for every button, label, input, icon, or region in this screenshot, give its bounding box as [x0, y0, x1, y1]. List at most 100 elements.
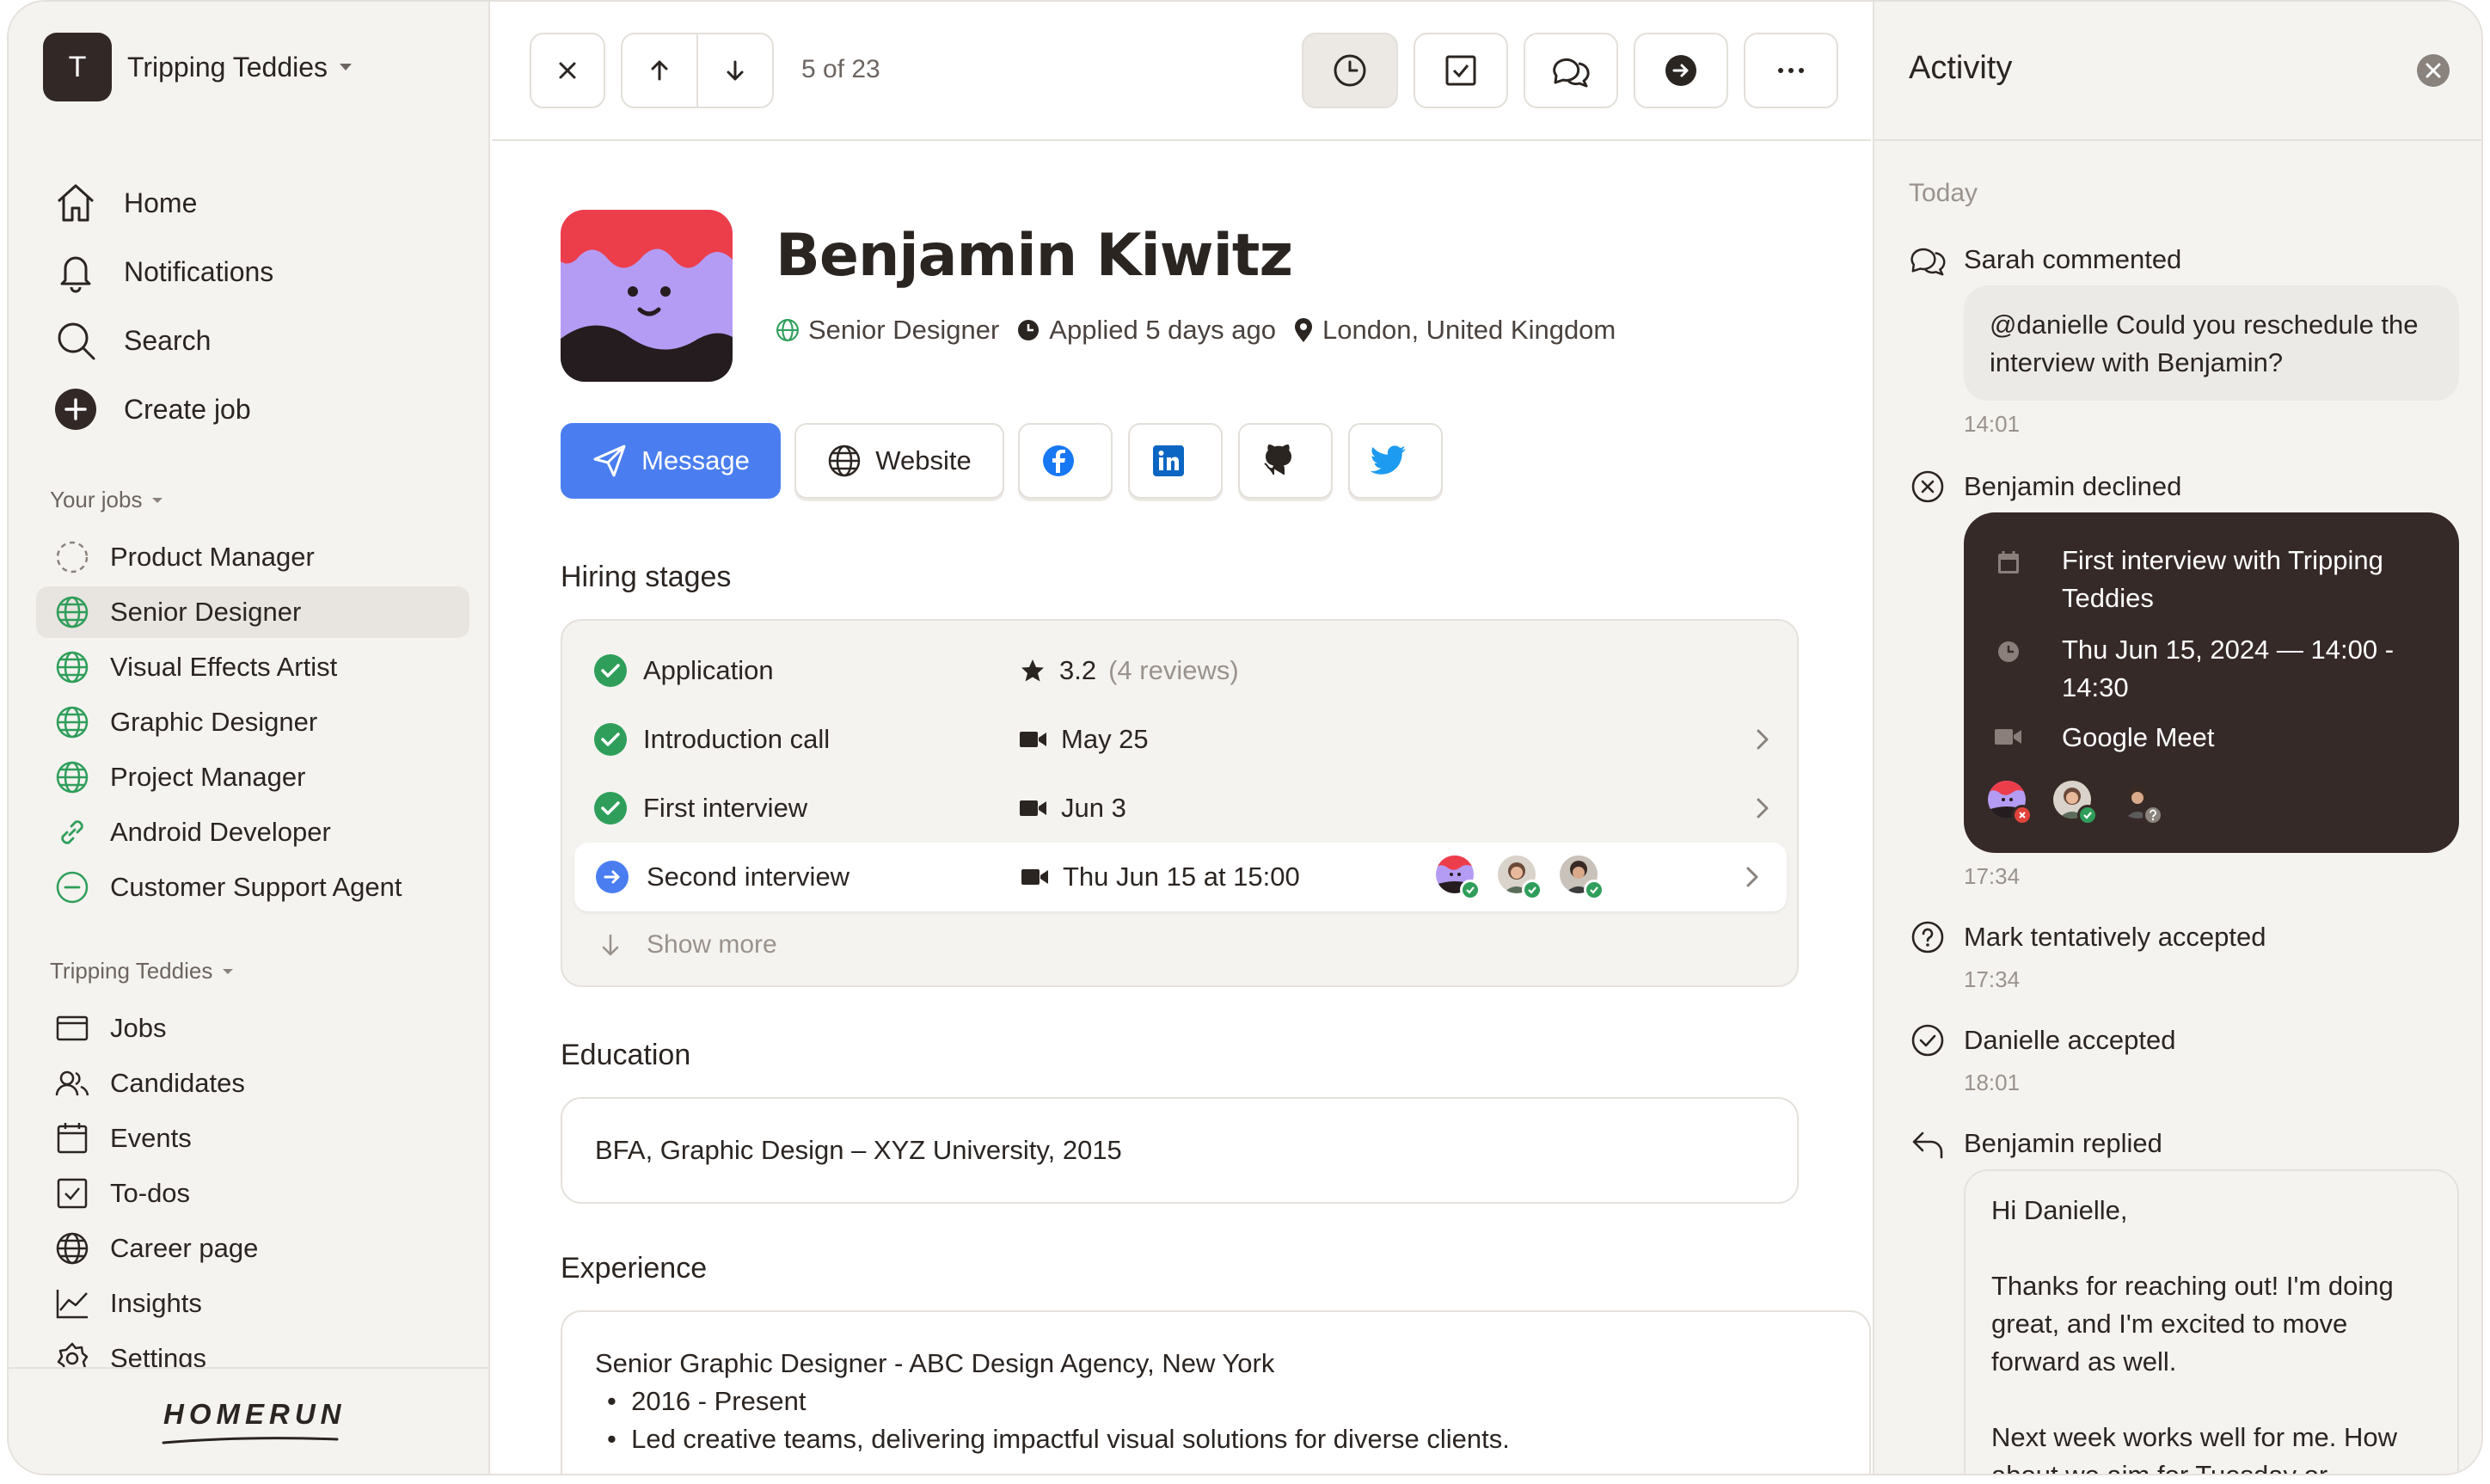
your-jobs-title: Your jobs [50, 487, 143, 512]
event-time: 17:34 [1964, 863, 2021, 889]
checkbox-icon [1445, 55, 1476, 86]
event-time: 17:34 [1964, 966, 2021, 992]
job-label: Senior Designer [110, 597, 302, 627]
job-item-project-manager[interactable]: Project Manager [36, 751, 469, 803]
show-more-button[interactable]: Show more [600, 930, 777, 960]
job-item-product-manager[interactable]: Product Manager [36, 531, 469, 583]
linkedin-button[interactable] [1128, 423, 1223, 499]
twitter-button[interactable] [1348, 423, 1443, 499]
org-title: Tripping Teddies [50, 958, 213, 984]
question-circle-icon [1909, 918, 1947, 956]
event-label: Sarah commented [1964, 244, 2182, 274]
stage-name: First interview [643, 793, 808, 823]
sidebar-item-events[interactable]: Events [53, 1113, 192, 1164]
x-circle-icon [1909, 468, 1947, 506]
facebook-button[interactable] [1018, 423, 1113, 499]
nav-notifications[interactable]: Notifications [52, 246, 273, 297]
chevron-right-icon [1746, 867, 1758, 887]
calendar-event-card[interactable]: First interview with Tripping Teddies Th… [1964, 512, 2459, 853]
your-jobs-header[interactable]: Your jobs [50, 487, 164, 513]
accepted-badge-icon [1522, 880, 1542, 900]
event-place-row: Google Meet [1988, 719, 2215, 757]
bell-icon [52, 248, 100, 296]
activity-day-label: Today [1909, 179, 1978, 207]
stage-row-second-interview[interactable]: Second interview Thu Jun 15 at 15:00 [574, 843, 1787, 911]
arrow-up-icon [651, 60, 668, 81]
job-item-graphic-designer[interactable]: Graphic Designer [36, 696, 469, 748]
job-item-customer-support-agent[interactable]: Customer Support Agent [36, 862, 469, 913]
stage-name: Application [643, 655, 774, 685]
video-icon [1020, 800, 1046, 816]
next-candidate-button[interactable] [698, 34, 772, 107]
sidebar-item-label: Candidates [110, 1068, 245, 1098]
message-button[interactable]: Message [561, 423, 781, 499]
reply-icon [1909, 1125, 1947, 1162]
todo-button[interactable] [1414, 33, 1508, 108]
video-icon [1988, 719, 2029, 757]
stage-row-introduction-call[interactable]: Introduction call May 25 [562, 705, 1797, 774]
globe-icon [53, 703, 91, 741]
org-header[interactable]: Tripping Teddies [50, 958, 235, 984]
sidebar-item-career-page[interactable]: Career page [53, 1223, 258, 1274]
sidebar-item-label: Insights [110, 1288, 202, 1318]
sidebar-item-to-dos[interactable]: To-dos [53, 1168, 190, 1219]
education-card: BFA, Graphic Design – XYZ University, 20… [561, 1097, 1799, 1204]
nav-create-job[interactable]: Create job [52, 383, 251, 435]
avatar-mark [1560, 855, 1604, 900]
previous-candidate-button[interactable] [622, 34, 698, 107]
more-button[interactable] [1744, 33, 1838, 108]
close-icon [559, 62, 576, 79]
event-time: 18:01 [1964, 1070, 2021, 1095]
review-count: (4 reviews) [1108, 655, 1239, 685]
workspace-switcher[interactable]: T Tripping Teddies [43, 31, 353, 103]
candidate-counter: 5 of 23 [801, 55, 880, 83]
candidate-applied-text: Applied 5 days ago [1049, 315, 1276, 345]
sidebar-item-candidates[interactable]: Candidates [53, 1058, 245, 1109]
sidebar-footer: HOMERUN [9, 1367, 488, 1474]
caret-down-icon [223, 968, 234, 974]
experience-bullet-text: 2016 - Present [631, 1386, 806, 1416]
linkedin-icon [1153, 445, 1184, 476]
reply-message: Hi Danielle, Thanks for reaching out! I'… [1964, 1169, 2459, 1474]
link-icon [53, 813, 91, 851]
video-icon [1021, 869, 1048, 885]
sidebar-item-label: Events [110, 1123, 192, 1153]
plus-circle-icon [52, 385, 100, 433]
accepted-badge-icon [2077, 805, 2098, 825]
globe-icon [829, 445, 861, 477]
close-button[interactable] [530, 33, 605, 108]
message-button-label: Message [641, 445, 750, 475]
stage-row-first-interview[interactable]: First interview Jun 3 [562, 774, 1797, 843]
stage-date: Jun 3 [1061, 793, 1126, 823]
homerun-logo[interactable]: HOMERUN [163, 1398, 347, 1431]
tentative-badge-icon [2143, 805, 2163, 825]
comment-text: @danielle Could you reschedule the inter… [1990, 310, 2419, 377]
nav-search[interactable]: Search [52, 315, 211, 366]
globe-icon [53, 758, 91, 796]
experience-bullet: • Led creative teams, delivering impactf… [607, 1424, 1510, 1454]
logo-underline-icon [162, 1437, 339, 1444]
job-item-visual-effects-artist[interactable]: Visual Effects Artist [36, 641, 469, 693]
candidate-role-text: Senior Designer [808, 315, 1000, 345]
hiring-stages-list: Application 3.2 (4 reviews) Introduction… [561, 619, 1799, 987]
move-stage-button[interactable] [1634, 33, 1728, 108]
comments-button[interactable] [1524, 33, 1618, 108]
sidebar-item-insights[interactable]: Insights [53, 1278, 202, 1329]
website-button[interactable]: Website [794, 423, 1004, 499]
job-label: Product Manager [110, 542, 315, 572]
job-item-android-developer[interactable]: Android Developer [36, 806, 469, 858]
job-item-senior-designer[interactable]: Senior Designer [36, 586, 469, 638]
sidebar-item-jobs[interactable]: Jobs [53, 1003, 166, 1054]
check-circle-icon [594, 654, 627, 687]
globe-icon [53, 1230, 91, 1267]
event-place: Google Meet [2062, 722, 2215, 752]
close-panel-icon[interactable] [2416, 53, 2450, 88]
jobs-icon [53, 1009, 91, 1047]
stage-info: 3.2 (4 reviews) [1020, 655, 1239, 686]
nav-home[interactable]: Home [52, 177, 197, 229]
stage-info: Jun 3 [1020, 793, 1126, 824]
activity-button[interactable] [1302, 33, 1398, 108]
github-button[interactable] [1238, 423, 1333, 499]
calendar-icon [1988, 542, 2029, 617]
stage-row-application[interactable]: Application 3.2 (4 reviews) [562, 636, 1797, 705]
